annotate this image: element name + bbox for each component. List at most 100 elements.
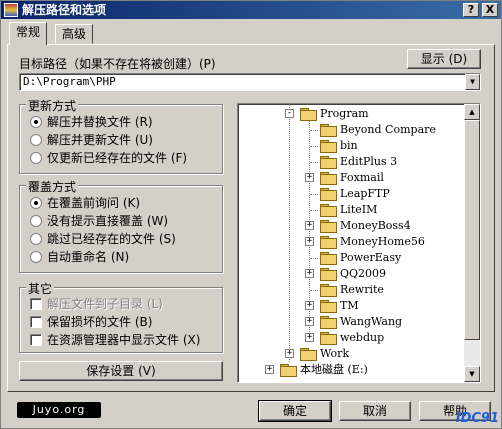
tree-item[interactable]: LeapFTP — [238, 186, 464, 202]
tree-branch-line — [310, 258, 318, 259]
radio-dot-icon — [30, 215, 42, 227]
winrar-icon — [4, 3, 18, 17]
tree-item[interactable]: bin — [238, 138, 464, 154]
folder-icon — [320, 284, 337, 297]
option-label: 解压文件到子目录 (L) — [47, 297, 163, 311]
checkbox-extract-to-subfolder[interactable]: 解压文件到子目录 (L) — [30, 296, 163, 312]
expand-icon[interactable]: + — [305, 173, 314, 182]
show-button[interactable]: 显示 (D) — [407, 49, 481, 69]
tree-branch-line — [310, 290, 318, 291]
checkbox-show-in-explorer[interactable]: 在资源管理器中显示文件 (X) — [30, 332, 200, 348]
radio-dot-icon — [30, 197, 42, 209]
tree-item[interactable]: + QQ2009 — [238, 266, 464, 282]
folder-icon — [320, 172, 337, 185]
option-label: 在资源管理器中显示文件 (X) — [47, 333, 201, 347]
tree-item[interactable]: + MoneyHome56 — [238, 234, 464, 250]
tab-advanced[interactable]: 高级 — [55, 24, 94, 44]
tree-item-label: Program — [320, 107, 369, 120]
watermark: IDC91 — [455, 411, 499, 426]
tree-item-label: webdup — [340, 331, 385, 344]
collapse-icon[interactable]: - — [285, 109, 294, 118]
checkbox-keep-broken-files[interactable]: 保留损坏的文件 (B) — [30, 314, 152, 330]
tree-item[interactable]: + Work — [238, 346, 464, 362]
tree-item-label: TM — [340, 299, 359, 312]
tree-item-label: LiteIM — [340, 203, 378, 216]
radio-dot-icon — [30, 116, 42, 128]
option-label: 保留损坏的文件 (B) — [47, 315, 153, 329]
folder-icon — [320, 188, 337, 201]
tree-item[interactable]: + 本地磁盘 (E:) — [238, 362, 464, 378]
option-label: 解压并替换文件 (R) — [47, 115, 153, 129]
folder-tree[interactable]: - Program Beyond Compare bin EditPlus 3 + Foxm… — [237, 103, 481, 383]
close-button[interactable]: X — [482, 3, 498, 17]
expand-icon[interactable]: + — [265, 365, 274, 374]
dropdown-arrow-icon[interactable]: ▼ — [465, 74, 480, 90]
folder-icon — [300, 348, 317, 361]
juyo-logo: Juyo.org — [17, 402, 101, 418]
folder-icon — [320, 156, 337, 169]
extraction-dialog: 解压路径和选项 ? X 常规 高级 目标路径（如果不存在将被创建）(P) 显示 … — [0, 0, 502, 429]
option-label: 仅更新已经存在的文件 (F) — [47, 151, 188, 165]
tree-item[interactable]: + webdup — [238, 330, 464, 346]
radio-auto-rename[interactable]: 自动重命名 (N) — [30, 249, 129, 265]
vertical-scrollbar[interactable]: ▲ ▼ — [464, 104, 480, 382]
checkbox-icon — [30, 298, 42, 310]
title-bar: 解压路径和选项 ? X — [1, 1, 501, 19]
folder-icon — [320, 140, 337, 153]
radio-freshen-existing[interactable]: 仅更新已经存在的文件 (F) — [30, 150, 187, 166]
context-help-button[interactable]: ? — [463, 3, 479, 17]
save-settings-button[interactable]: 保存设置 (V) — [19, 361, 223, 381]
tree-item[interactable]: EditPlus 3 — [238, 154, 464, 170]
scroll-down-icon[interactable]: ▼ — [464, 366, 480, 382]
folder-icon — [300, 108, 317, 121]
expand-icon[interactable]: + — [305, 317, 314, 326]
radio-dot-icon — [30, 152, 42, 164]
radio-replace-files[interactable]: 解压并替换文件 (R) — [30, 114, 153, 130]
tree-item[interactable]: + MoneyBoss4 — [238, 218, 464, 234]
radio-ask-before-overwrite[interactable]: 在覆盖前询问 (K) — [30, 195, 140, 211]
tree-item-label: EditPlus 3 — [340, 155, 398, 168]
folder-icon — [320, 252, 337, 265]
target-path-input[interactable]: D:\Program\PHP ▼ — [19, 73, 481, 91]
radio-update-files[interactable]: 解压并更新文件 (U) — [30, 132, 153, 148]
tree-item-label: LeapFTP — [340, 187, 390, 200]
tree-branch-line — [310, 130, 318, 131]
overwrite-mode-group: 覆盖方式 在覆盖前询问 (K) 没有提示直接覆盖 (W) 跳过已经存在的文件 (… — [19, 178, 223, 273]
cancel-button[interactable]: 取消 — [339, 401, 411, 421]
tree-item[interactable]: Rewrite — [238, 282, 464, 298]
tree-item-label: WangWang — [340, 315, 403, 328]
folder-icon — [320, 124, 337, 137]
folder-icon — [320, 204, 337, 217]
expand-icon[interactable]: + — [305, 221, 314, 230]
folder-icon — [320, 332, 337, 345]
tree-item-label: QQ2009 — [340, 267, 387, 280]
option-label: 解压并更新文件 (U) — [47, 133, 153, 147]
expand-icon[interactable]: + — [305, 269, 314, 278]
tree-item-label: MoneyHome56 — [340, 235, 425, 248]
tree-item[interactable]: LiteIM — [238, 202, 464, 218]
option-label: 没有提示直接覆盖 (W) — [47, 214, 169, 228]
tree-branch-line — [310, 146, 318, 147]
ok-button[interactable]: 确定 — [258, 400, 332, 422]
tree-item[interactable]: Beyond Compare — [238, 122, 464, 138]
window-title: 解压路径和选项 — [22, 3, 107, 17]
radio-dot-icon — [30, 134, 42, 146]
scroll-thumb[interactable] — [464, 120, 480, 340]
tree-item[interactable]: PowerEasy — [238, 250, 464, 266]
radio-dot-icon — [30, 233, 42, 245]
radio-skip-existing[interactable]: 跳过已经存在的文件 (S) — [30, 231, 176, 247]
folder-icon — [320, 316, 337, 329]
tree-item[interactable]: + Foxmail — [238, 170, 464, 186]
tree-item[interactable]: - Program — [238, 106, 464, 122]
radio-overwrite-without-prompt[interactable]: 没有提示直接覆盖 (W) — [30, 213, 168, 229]
tree-item[interactable]: + WangWang — [238, 314, 464, 330]
expand-icon[interactable]: + — [305, 333, 314, 342]
expand-icon[interactable]: + — [285, 349, 294, 358]
tree-item[interactable]: + TM — [238, 298, 464, 314]
expand-icon[interactable]: + — [305, 237, 314, 246]
tab-general[interactable]: 常规 — [9, 22, 48, 45]
scroll-up-icon[interactable]: ▲ — [464, 104, 480, 120]
folder-icon — [320, 300, 337, 313]
folder-icon — [320, 236, 337, 249]
expand-icon[interactable]: + — [305, 301, 314, 310]
